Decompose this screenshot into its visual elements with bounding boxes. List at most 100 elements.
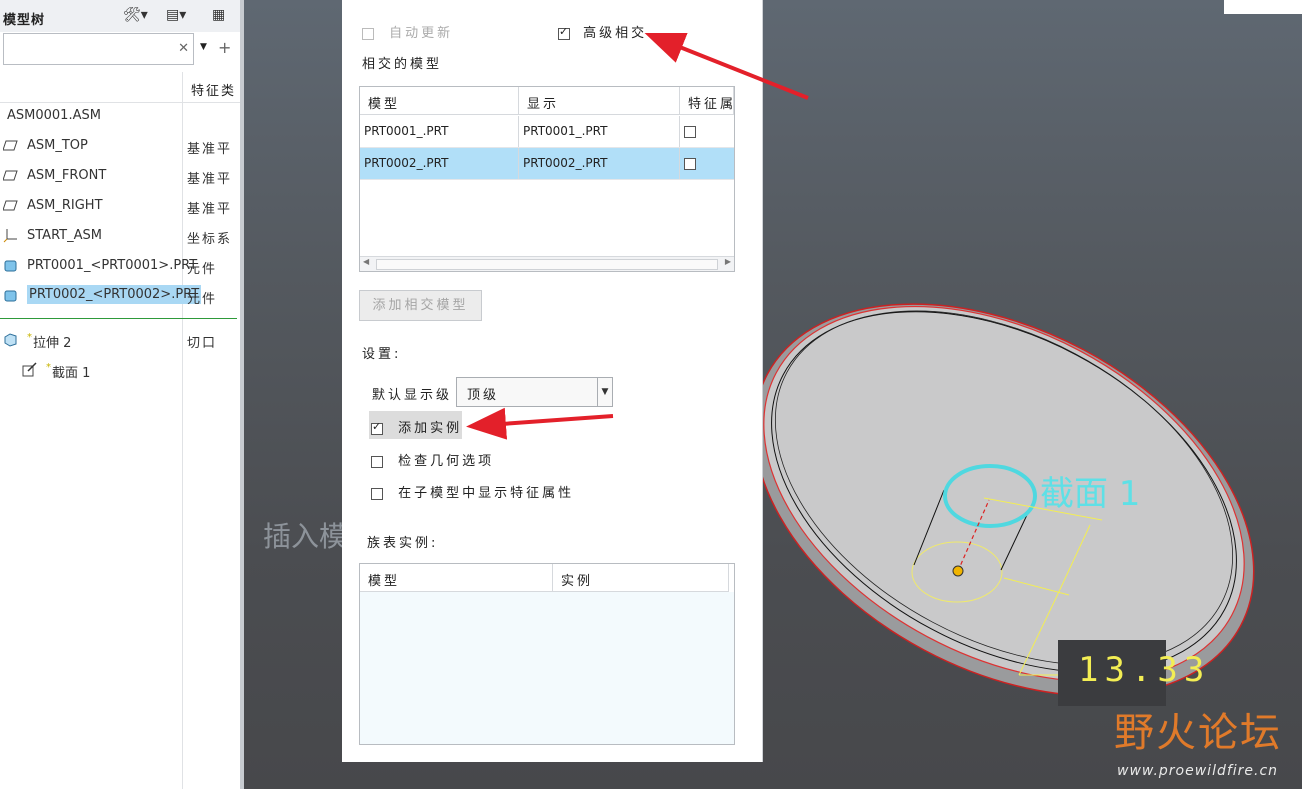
feature-name: 截面 1 xyxy=(52,366,91,381)
add-instance-check[interactable] xyxy=(371,420,384,435)
show-feature-props-label: 在子模型中显示特征属性 xyxy=(398,486,575,501)
check-geometry-label: 检查几何选项 xyxy=(398,454,495,469)
show-menu-icon[interactable]: ▤▾ xyxy=(166,7,186,23)
auto-update-label: 自动更新 xyxy=(389,26,454,41)
auto-update-checkbox[interactable]: 自动更新 xyxy=(362,22,453,41)
row-display[interactable]: PRT0001_.PRT xyxy=(519,116,680,147)
chevron-down-icon[interactable]: ▼ xyxy=(597,378,612,406)
table-row[interactable]: PRT0002_.PRT PRT0002_.PRT xyxy=(360,148,734,180)
tree-item-type: 坐标系 xyxy=(187,232,233,247)
tree-item-label: ASM_FRONT xyxy=(27,168,107,183)
tree-item-type: 切口 xyxy=(187,336,218,351)
tree-column-header: 特征类 xyxy=(0,72,240,103)
watermark-url: www.proewildfire.cn xyxy=(1117,763,1279,779)
family-table-body[interactable] xyxy=(360,592,734,744)
section-label: 截面 1 xyxy=(1040,474,1141,514)
row-model: PRT0001_.PRT xyxy=(360,116,519,147)
insert-indicator-line[interactable] xyxy=(0,318,237,319)
default-display-value: 顶级 xyxy=(467,388,500,403)
tree-item-asm-right[interactable]: ASM_RIGHT 基准平 xyxy=(0,192,240,220)
family-col-model[interactable]: 模型 xyxy=(360,564,553,592)
tree-item-label: PRT0001_<PRT0001>.PRT xyxy=(27,258,198,273)
tree-item-asm-front[interactable]: ASM_FRONT 基准平 xyxy=(0,162,240,190)
default-display-label: 默认显示级 xyxy=(372,388,453,403)
tree-item-type: 基准平 xyxy=(187,202,233,217)
auto-update-check[interactable] xyxy=(362,27,374,40)
add-filter-icon[interactable]: + xyxy=(218,38,231,57)
part-icon xyxy=(4,260,17,272)
tree-item-type: 元件 xyxy=(187,262,218,277)
tree-filter-icon[interactable]: ▦ xyxy=(212,7,225,23)
show-feature-props-checkbox[interactable]: 在子模型中显示特征属性 xyxy=(371,482,574,501)
clear-search-icon[interactable]: ✕ xyxy=(178,41,189,56)
sketch-icon xyxy=(22,362,37,377)
tree-item-type: 基准平 xyxy=(187,172,233,187)
row-model: PRT0002_.PRT xyxy=(360,148,519,179)
tree-item-label: *截面 1 xyxy=(46,362,91,381)
tree-item-type: 元件 xyxy=(187,292,218,307)
scroll-right-icon[interactable]: ▶ xyxy=(725,257,731,266)
coordinate-system-icon xyxy=(3,229,17,243)
row-feature-cell xyxy=(680,116,734,147)
datum-plane-icon xyxy=(3,140,18,151)
check-geometry-check[interactable] xyxy=(371,455,383,468)
tree-item-type: 基准平 xyxy=(187,142,233,157)
part-icon xyxy=(4,290,17,302)
family-col-instance[interactable]: 实例 xyxy=(553,564,729,592)
row-display[interactable]: PRT0002_.PRT xyxy=(519,148,680,179)
col-model-header[interactable]: 模型 xyxy=(360,87,519,115)
horizontal-scrollbar[interactable]: ◀ ▶ xyxy=(360,256,734,271)
model-tree-title: 模型树 xyxy=(3,13,46,28)
insert-mode-text: 插入模 xyxy=(263,520,348,553)
intersect-models-table[interactable]: 模型 显示 特征属 PRT0001_.PRT PRT0001_.PRT PRT0… xyxy=(359,86,735,272)
row-feature-cell xyxy=(680,148,734,179)
search-dropdown-icon[interactable]: ▼ xyxy=(200,42,207,52)
watermark-logo: 野火论坛 xyxy=(1114,710,1282,756)
check-geometry-checkbox[interactable]: 检查几何选项 xyxy=(371,450,494,469)
dimension-value[interactable]: 13.33 xyxy=(1078,650,1210,690)
model-tree-panel: 模型树 🛠▾ ▤▾ ▦ ✕ ▼ + 特征类 ASM0001.ASM ASM_TO… xyxy=(0,0,244,789)
intersect-models-label: 相交的模型 xyxy=(362,57,443,72)
scroll-thumb[interactable] xyxy=(376,259,718,270)
tree-item-extrude-2[interactable]: *拉伸 2 切口 xyxy=(0,326,240,354)
feature-name: 拉伸 2 xyxy=(33,336,72,351)
advanced-intersect-checkbox[interactable]: 高级相交 xyxy=(558,22,647,41)
advanced-intersect-check[interactable] xyxy=(558,25,571,40)
tree-item-assembly[interactable]: ASM0001.ASM xyxy=(0,102,240,130)
datum-plane-icon xyxy=(3,200,18,211)
add-intersect-model-button[interactable]: 添加相交模型 xyxy=(359,290,482,321)
table-row[interactable]: PRT0001_.PRT PRT0001_.PRT xyxy=(360,116,734,148)
settings-tools-icon[interactable]: 🛠▾ xyxy=(123,7,148,23)
settings-label: 设置: xyxy=(362,347,402,362)
tree-item-prt0002[interactable]: PRT0002_<PRT0002>.PRT 元件 xyxy=(0,282,240,310)
col-feature-header[interactable]: 特征属 xyxy=(680,87,734,115)
tree-item-section-1[interactable]: *截面 1 xyxy=(0,356,240,384)
viewport-corner-panel xyxy=(1224,0,1302,14)
scroll-left-icon[interactable]: ◀ xyxy=(363,257,369,266)
tree-item-label: ASM0001.ASM xyxy=(7,108,101,123)
col-display-header[interactable]: 显示 xyxy=(519,87,680,115)
tree-item-asm-top[interactable]: ASM_TOP 基准平 xyxy=(0,132,240,160)
feature-checkbox[interactable] xyxy=(684,157,696,170)
feature-checkbox[interactable] xyxy=(684,125,696,138)
datum-plane-icon xyxy=(3,170,18,181)
family-instances-table[interactable]: 模型 实例 xyxy=(359,563,735,745)
tree-item-label: PRT0002_<PRT0002>.PRT xyxy=(27,285,202,304)
model-tree-header: 模型树 🛠▾ ▤▾ ▦ xyxy=(0,0,240,32)
tree-item-prt0001[interactable]: PRT0001_<PRT0001>.PRT 元件 xyxy=(0,252,240,280)
tree-item-label: ASM_RIGHT xyxy=(27,198,103,213)
default-display-select[interactable]: 顶级 ▼ xyxy=(456,377,613,407)
add-instance-checkbox[interactable]: 添加实例 xyxy=(371,417,462,436)
advanced-intersect-label: 高级相交 xyxy=(583,26,648,41)
add-instance-label: 添加实例 xyxy=(398,421,463,436)
feature-type-column[interactable]: 特征类 xyxy=(191,80,236,99)
tree-item-label: START_ASM xyxy=(27,228,102,243)
tree-item-start-asm[interactable]: START_ASM 坐标系 xyxy=(0,222,240,250)
tree-search-input[interactable]: ✕ xyxy=(3,33,194,65)
family-table-label: 族表实例: xyxy=(367,536,439,551)
show-feature-props-check[interactable] xyxy=(371,487,383,500)
extrude-cut-icon xyxy=(4,333,17,347)
tree-item-label: ASM_TOP xyxy=(27,138,88,153)
tree-item-label: *拉伸 2 xyxy=(27,332,72,351)
intersect-dialog: 自动更新 高级相交 相交的模型 模型 显示 特征属 PRT0001_.PRT P… xyxy=(342,0,763,762)
